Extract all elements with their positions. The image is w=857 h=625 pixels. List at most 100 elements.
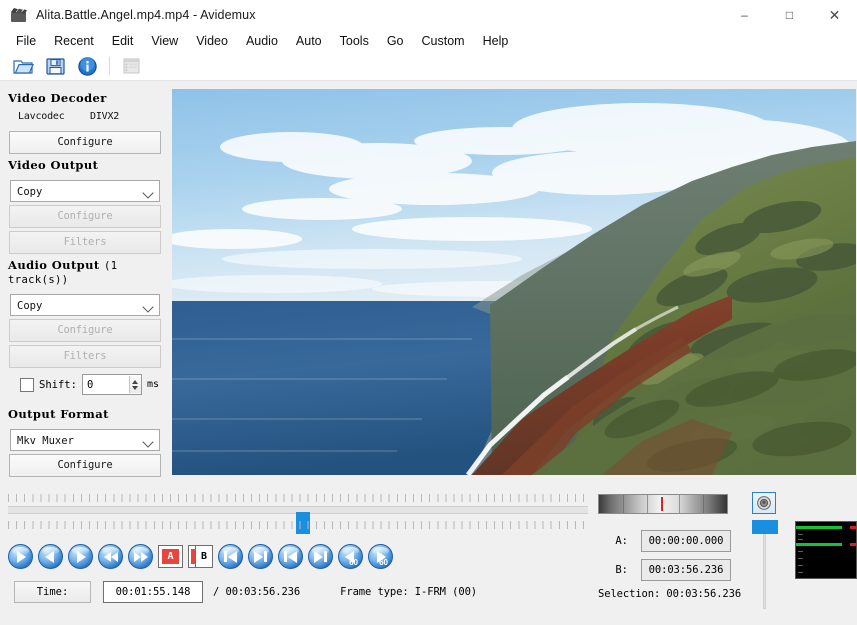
sidebar: Video Decoder Lavcodec DIVX2 Configure V… xyxy=(0,81,170,486)
position-marker-icon xyxy=(661,497,663,511)
volume-control xyxy=(752,492,778,609)
back-60s-button[interactable]: 60 xyxy=(338,544,363,569)
video-preview[interactable] xyxy=(172,89,856,475)
marker-panel: A: 00:00:00.000 B: 00:03:56.236 Selectio… xyxy=(598,494,748,600)
video-properties-icon[interactable] xyxy=(119,54,145,78)
back-60s-label: 60 xyxy=(349,558,358,567)
menu-view[interactable]: View xyxy=(142,32,187,50)
mark-b-label: B xyxy=(195,545,212,568)
audio-output-configure-button[interactable]: Configure xyxy=(9,319,161,342)
timeline-track[interactable] xyxy=(8,506,588,514)
video-output-value: Copy xyxy=(17,186,42,198)
ab-marker-rows: A: 00:00:00.000 B: 00:03:56.236 xyxy=(598,530,748,581)
avidemux-window: Alita.Battle.Angel.mp4.mp4 - Avidemux – … xyxy=(0,0,857,625)
video-frame-image xyxy=(172,89,856,475)
menu-file[interactable]: File xyxy=(7,32,45,50)
previous-frame-button[interactable] xyxy=(38,544,63,569)
close-button[interactable]: ✕ xyxy=(812,0,857,30)
next-keyframe-button[interactable] xyxy=(308,544,333,569)
marker-b-value[interactable]: 00:03:56.236 xyxy=(641,559,731,581)
output-format-select[interactable]: Mkv Muxer xyxy=(10,429,160,451)
current-time-input[interactable]: 00:01:55.148 xyxy=(103,581,203,603)
marker-a-label: A: xyxy=(598,535,628,547)
forward-60s-button[interactable]: 60 xyxy=(368,544,393,569)
video-decoder-info: Lavcodec DIVX2 xyxy=(0,109,170,128)
audio-shift-input[interactable] xyxy=(83,375,129,394)
save-file-icon[interactable] xyxy=(42,54,68,78)
position-gradient-bar[interactable] xyxy=(598,494,728,514)
spin-up-icon[interactable] xyxy=(132,380,138,384)
audio-output-title: Audio Output (1 track(s)) xyxy=(0,254,170,290)
timeline-ticks-top xyxy=(8,494,588,502)
menu-bar: File Recent Edit View Video Audio Auto T… xyxy=(0,30,857,52)
audio-meter-channel-right xyxy=(796,543,856,546)
info-icon[interactable] xyxy=(74,54,100,78)
rewind-button[interactable] xyxy=(98,544,123,569)
time-separator: / xyxy=(213,586,219,598)
next-frame-button[interactable] xyxy=(68,544,93,569)
meter-green-bar xyxy=(796,526,842,529)
output-format-configure-button[interactable]: Configure xyxy=(9,454,161,477)
time-row: Time: 00:01:55.148 / 00:03:56.236 Frame … xyxy=(14,581,477,603)
forward-60s-label: 60 xyxy=(379,558,388,567)
marker-a-value[interactable]: 00:00:00.000 xyxy=(641,530,731,552)
chevron-down-icon xyxy=(142,436,153,447)
audio-shift-row: Shift: ms xyxy=(0,374,170,395)
chevron-down-icon xyxy=(142,187,153,198)
frame-type-label: Frame type: I-FRM (00) xyxy=(340,586,477,598)
speaker-icon[interactable] xyxy=(752,492,776,514)
spin-down-icon[interactable] xyxy=(132,386,138,390)
video-output-configure-button[interactable]: Configure xyxy=(9,205,161,228)
audio-meter-channel-left xyxy=(796,526,856,529)
previous-keyframe-button[interactable] xyxy=(278,544,303,569)
volume-slider-handle[interactable] xyxy=(752,520,778,534)
bottom-panel: A B 60 60 xyxy=(0,486,857,625)
volume-slider-track[interactable] xyxy=(763,534,766,609)
toolbar xyxy=(0,52,857,81)
output-format-value: Mkv Muxer xyxy=(17,435,74,447)
menu-go[interactable]: Go xyxy=(378,32,413,50)
mark-b-button[interactable]: B xyxy=(188,545,213,568)
video-decoder-configure-button[interactable]: Configure xyxy=(9,131,161,154)
meter-green-bar xyxy=(796,543,842,546)
window-controls: – □ ✕ xyxy=(722,0,857,30)
open-file-icon[interactable] xyxy=(10,54,36,78)
play-button[interactable] xyxy=(8,544,33,569)
go-to-end-button[interactable] xyxy=(248,544,273,569)
audio-output-label: Audio Output xyxy=(8,258,100,272)
video-output-title: Video Output xyxy=(0,154,170,176)
menu-audio[interactable]: Audio xyxy=(237,32,287,50)
total-time-label: / 00:03:56.236 xyxy=(213,586,300,598)
menu-video[interactable]: Video xyxy=(187,32,237,50)
audio-output-filters-button[interactable]: Filters xyxy=(9,345,161,368)
marker-a-row: A: 00:00:00.000 xyxy=(598,530,748,552)
app-icon xyxy=(10,6,28,24)
maximize-button[interactable]: □ xyxy=(767,0,812,30)
menu-help[interactable]: Help xyxy=(474,32,518,50)
video-output-select[interactable]: Copy xyxy=(10,180,160,202)
mark-a-label: A xyxy=(162,549,179,564)
audio-shift-spin-buttons[interactable] xyxy=(129,376,141,393)
audio-level-meter xyxy=(795,521,857,579)
minimize-button[interactable]: – xyxy=(722,0,767,30)
toolbar-separator xyxy=(109,57,110,75)
menu-tools[interactable]: Tools xyxy=(331,32,378,50)
go-to-start-button[interactable] xyxy=(218,544,243,569)
audio-shift-unit: ms xyxy=(147,379,159,390)
video-output-filters-button[interactable]: Filters xyxy=(9,231,161,254)
mark-a-button[interactable]: A xyxy=(158,545,183,568)
decoder-name: Lavcodec xyxy=(18,111,90,122)
menu-custom[interactable]: Custom xyxy=(413,32,474,50)
forward-button[interactable] xyxy=(128,544,153,569)
meter-red-bar xyxy=(850,543,856,546)
timeline-slider-area xyxy=(8,494,588,532)
audio-shift-stepper[interactable] xyxy=(82,374,142,395)
menu-auto[interactable]: Auto xyxy=(287,32,331,50)
audio-output-select[interactable]: Copy xyxy=(10,294,160,316)
chevron-down-icon xyxy=(142,301,153,312)
audio-shift-checkbox[interactable] xyxy=(20,378,34,392)
menu-recent[interactable]: Recent xyxy=(45,32,103,50)
selection-label: Selection: 00:03:56.236 xyxy=(598,588,748,600)
marker-b-row: B: 00:03:56.236 xyxy=(598,559,748,581)
menu-edit[interactable]: Edit xyxy=(103,32,143,50)
